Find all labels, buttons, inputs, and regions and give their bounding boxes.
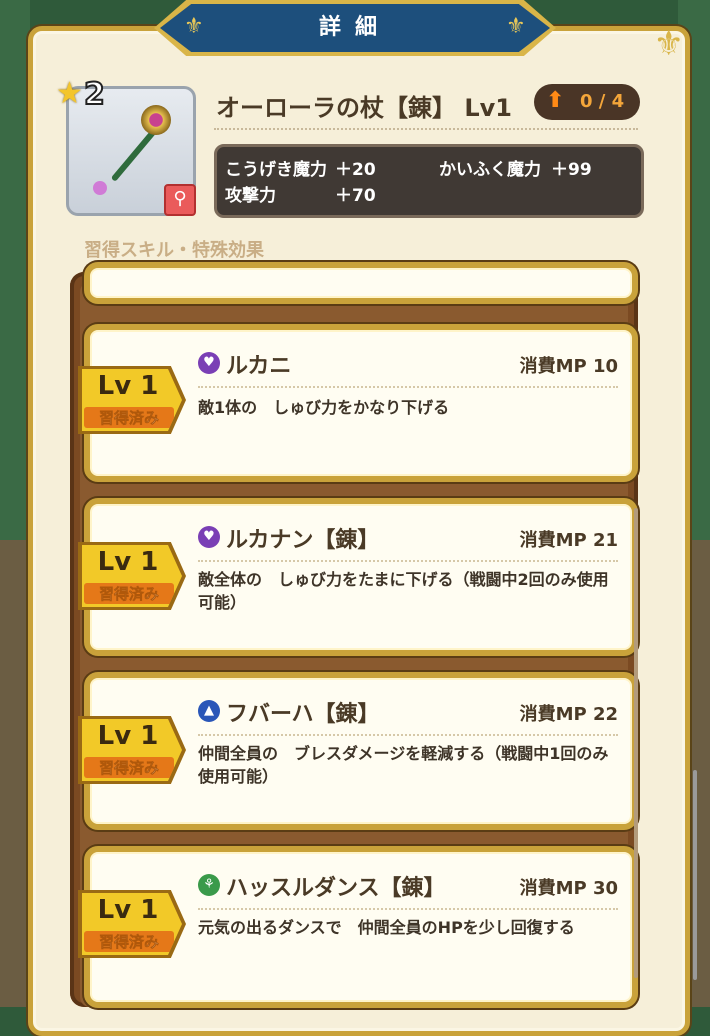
upgrade-count: 0 / 4 <box>580 91 625 112</box>
level-text: Lv 1 <box>97 721 159 751</box>
skill-card[interactable]: ♥ ルカナン【錬】 消費MP 21 敵全体の しゅび力をたまに下げる（戦闘中2回… <box>78 498 638 656</box>
stat-value: ＋99 <box>551 160 592 180</box>
skill-description: 敵1体の しゅび力をかなり下げる <box>198 398 450 417</box>
section-label: 習得スキル・特殊効果 <box>84 240 264 261</box>
skill-name: ♥ ルカナン【錬】 <box>198 522 379 554</box>
stat-value: ＋70 <box>335 186 376 206</box>
stat-value: ＋20 <box>335 160 376 180</box>
skill-mp: 消費MP 30 <box>519 878 618 899</box>
skill-mp: 消費MP 10 <box>519 356 618 377</box>
stat-label: かいふく魔力 <box>439 160 541 180</box>
skill-mp: 消費MP 22 <box>519 704 618 725</box>
level-text: Lv 1 <box>97 547 159 577</box>
upgrade-counter: ⬆ 0 / 4 <box>534 84 640 120</box>
green-orb-icon: ⚘ <box>198 874 220 896</box>
card-divider <box>198 734 618 736</box>
item-rank: 2 <box>83 77 106 113</box>
skill-card[interactable]: ⚘ ハッスルダンス【錬】 消費MP 30 元気の出るダンスで 仲間全員のHPを少… <box>78 846 638 1008</box>
level-badge: Lv 1 習得済み <box>82 545 182 607</box>
stat-label: こうげき魔力 <box>225 160 327 180</box>
level-text: Lv 1 <box>97 371 159 401</box>
page-scrollbar[interactable] <box>693 770 697 980</box>
dialog-title: 詳細 <box>318 15 391 40</box>
level-badge: Lv 1 習得済み <box>82 719 182 781</box>
purple-orb-icon: ♥ <box>198 352 220 374</box>
corner-ornament-icon: ⚜ <box>653 24 684 64</box>
skill-mp: 消費MP 21 <box>519 530 618 551</box>
skill-description: 元気の出るダンスで 仲間全員のHPを少し回復する <box>198 918 575 937</box>
up-arrow-icon: ⬆ <box>546 88 565 113</box>
staff-head-icon <box>141 105 171 135</box>
skill-card-partial <box>84 262 638 304</box>
card-divider <box>198 386 618 388</box>
skill-description: 敵全体の しゅび力をたまに下げる（戦闘中2回のみ使用可能） <box>198 570 609 612</box>
stat-label: 攻撃力 <box>225 186 276 206</box>
learned-status: 習得済み <box>84 931 174 952</box>
card-divider <box>198 908 618 910</box>
divider <box>214 128 638 130</box>
star-icon: ★ <box>56 76 83 111</box>
skill-name: ♥ ルカニ <box>198 348 291 380</box>
level-text: Lv 1 <box>97 895 159 925</box>
background-bottom-left <box>0 540 30 1007</box>
purple-orb-icon: ♥ <box>198 526 220 548</box>
learned-status: 習得済み <box>84 407 174 428</box>
blue-orb-icon: ▲ <box>198 700 220 722</box>
skill-card[interactable]: ▲ フバーハ【錬】 消費MP 22 仲間全員の ブレスダメージを軽減する（戦闘中… <box>78 672 638 830</box>
skill-name: ⚘ ハッスルダンス【錬】 <box>198 870 446 902</box>
learned-status: 習得済み <box>84 757 174 778</box>
wand-type-icon: ⚲ <box>164 184 196 216</box>
card-divider <box>198 560 618 562</box>
level-badge: Lv 1 習得済み <box>82 369 182 431</box>
skill-name: ▲ フバーハ【錬】 <box>198 696 380 728</box>
staff-tip <box>93 181 107 195</box>
learned-status: 習得済み <box>84 583 174 604</box>
list-scrollbar[interactable] <box>634 508 638 978</box>
level-badge: Lv 1 習得済み <box>82 893 182 955</box>
stats-box: こうげき魔力 ＋20 かいふく魔力 ＋99 攻撃力 ＋70 <box>214 144 644 218</box>
skill-card[interactable]: ♥ ルカニ 消費MP 10 敵1体の しゅび力をかなり下げる Lv 1 習得済み <box>78 324 638 482</box>
item-name: オーローラの杖【錬】 Lv1 <box>216 94 512 122</box>
skill-description: 仲間全員の ブレスダメージを軽減する（戦闘中1回のみ使用可能） <box>198 744 609 786</box>
